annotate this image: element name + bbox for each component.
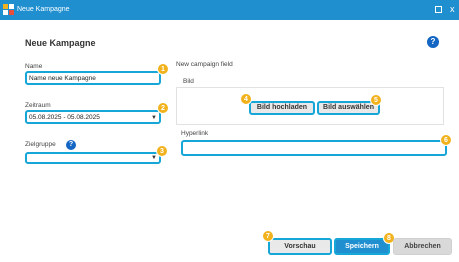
campaign-field-label: New campaign field	[176, 61, 233, 68]
name-label: Name	[25, 63, 43, 70]
chevron-down-icon: ▼	[151, 155, 157, 161]
chevron-down-icon: ▼	[151, 115, 157, 121]
zielgruppe-label: Zielgruppe	[25, 141, 56, 148]
zeitraum-value: 05.08.2025 - 05.08.2025	[29, 113, 100, 121]
hyperlink-label: Hyperlink	[181, 130, 209, 137]
zielgruppe-help-icon[interactable]: ?	[66, 140, 76, 150]
zeitraum-select[interactable]: 05.08.2025 - 05.08.2025 ▼	[25, 110, 161, 124]
window-title: Neue Kampagne	[17, 6, 70, 13]
name-input-value: Name neue Kampagne	[29, 74, 96, 82]
name-input[interactable]: Name neue Kampagne	[25, 71, 161, 85]
badge-1: 1	[157, 63, 169, 75]
app-icon	[3, 4, 14, 15]
badge-2: 2	[157, 102, 169, 114]
maximize-button[interactable]	[435, 6, 442, 13]
title-bar: Neue Kampagne x	[0, 0, 459, 20]
zeitraum-label: Zeitraum	[25, 102, 51, 109]
help-icon[interactable]: ?	[427, 36, 439, 48]
badge-6: 6	[440, 134, 452, 146]
page-title: Neue Kampagne	[25, 38, 96, 48]
close-button[interactable]: x	[450, 3, 455, 15]
badge-5: 5	[370, 94, 382, 106]
badge-7: 7	[262, 230, 274, 242]
upload-image-button[interactable]: Bild hochladen	[249, 101, 315, 115]
save-button[interactable]: Speichern	[334, 238, 390, 255]
cancel-button[interactable]: Abbrechen	[393, 238, 452, 255]
bild-label: Bild	[183, 78, 194, 85]
preview-button[interactable]: Vorschau	[268, 238, 332, 255]
zielgruppe-select[interactable]: ▼	[25, 152, 161, 164]
badge-3: 3	[156, 145, 168, 157]
badge-4: 4	[240, 93, 252, 105]
hyperlink-input[interactable]	[181, 140, 447, 156]
